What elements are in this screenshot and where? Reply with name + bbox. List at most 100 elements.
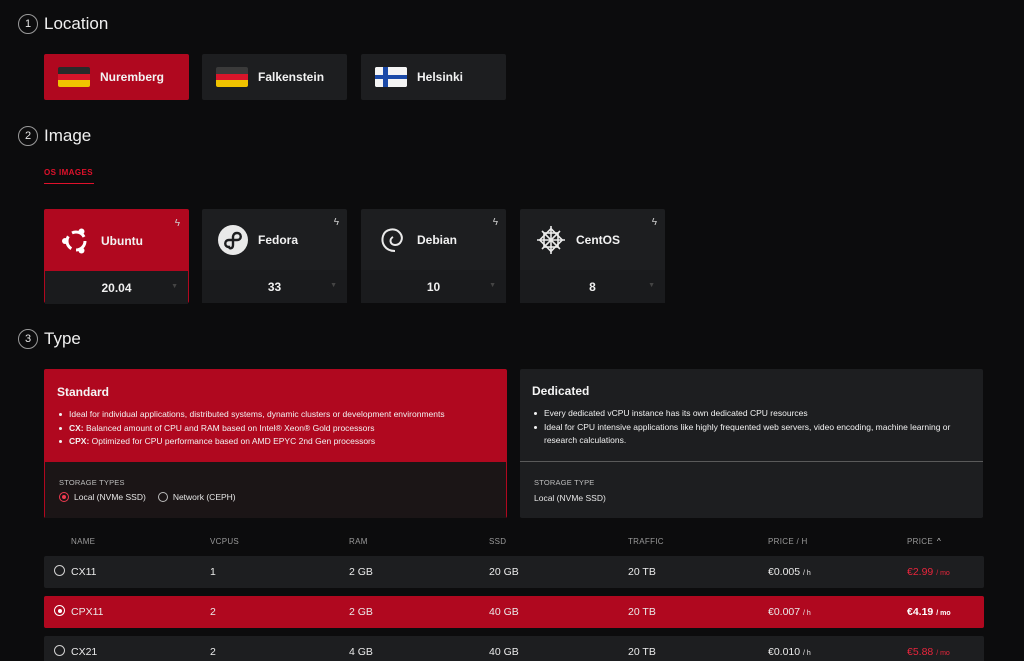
type-description-list: Ideal for individual applications, distr…	[59, 408, 445, 449]
cell-price-monthly: €4.19 / mo	[907, 606, 951, 618]
section-title: Image	[44, 126, 92, 145]
storage-option-label: Local (NVMe SSD)	[74, 492, 146, 502]
column-header-price[interactable]: PRICE ^	[907, 537, 941, 546]
table-row-selected[interactable]: CPX11 2 2 GB 40 GB 20 TB €0.007 / h €4.1…	[44, 596, 984, 628]
type-card-dedicated[interactable]: Dedicated Every dedicated vCPU instance …	[520, 369, 983, 518]
cell-price-hourly: €0.010 / h	[768, 646, 811, 658]
cell-traffic: 20 TB	[628, 646, 656, 658]
location-label: Nuremberg	[100, 70, 165, 84]
version-select[interactable]: 10 ▼	[361, 270, 506, 303]
image-card-header: Ubuntu ϟ	[45, 210, 188, 271]
storage-option-local[interactable]: Local (NVMe SSD)	[59, 492, 146, 502]
location-label: Helsinki	[417, 70, 464, 84]
active-tab-underline	[44, 183, 94, 184]
version-select[interactable]: 33 ▼	[202, 270, 347, 303]
radio-icon[interactable]	[54, 565, 65, 576]
radio-icon[interactable]	[54, 645, 65, 656]
cell-ssd: 20 GB	[489, 566, 519, 578]
version-value: 33	[267, 280, 282, 294]
column-header-vcpus[interactable]: VCPUS	[210, 537, 239, 546]
cell-ram: 2 GB	[349, 606, 373, 618]
table-row[interactable]: CX11 1 2 GB 20 GB 20 TB €0.005 / h €2.99…	[44, 556, 984, 588]
type-description-list: Every dedicated vCPU instance has its ow…	[534, 407, 954, 448]
sort-ascending-icon: ^	[936, 537, 942, 546]
table-row[interactable]: CX21 2 4 GB 40 GB 20 TB €0.010 / h €5.88…	[44, 636, 984, 661]
cell-price-hourly: €0.005 / h	[768, 566, 811, 578]
column-header-ram[interactable]: RAM	[349, 537, 368, 546]
storage-type-panel: STORAGE TYPE Local (NVMe SSD)	[520, 461, 983, 517]
column-header-name[interactable]: NAME	[71, 537, 95, 546]
section-title: Location	[44, 14, 109, 33]
step-location-header: 1 Location	[18, 14, 108, 34]
germany-flag-icon	[216, 67, 248, 87]
germany-flag-icon	[58, 67, 90, 87]
cell-price-monthly: €5.88 / mo	[907, 646, 950, 658]
debian-logo-icon	[381, 228, 403, 252]
radio-icon[interactable]	[157, 492, 168, 502]
chevron-down-icon: ▼	[489, 282, 496, 289]
column-header-traffic[interactable]: TRAFFIC	[628, 537, 664, 546]
step-number: 2	[18, 126, 38, 146]
lightning-icon: ϟ	[174, 218, 180, 229]
location-card-falkenstein[interactable]: Falkenstein	[202, 54, 347, 100]
image-card-ubuntu[interactable]: Ubuntu ϟ 20.04 ▼	[44, 209, 189, 304]
storage-option-network[interactable]: Network (CEPH)	[157, 492, 236, 502]
storage-label: STORAGE TYPES	[59, 478, 125, 487]
cell-ssd: 40 GB	[489, 606, 519, 618]
fedora-logo-icon	[218, 225, 248, 255]
location-card-helsinki[interactable]: Helsinki	[361, 54, 506, 100]
radio-selected-icon[interactable]	[59, 492, 69, 502]
chevron-down-icon: ▼	[648, 282, 655, 289]
list-item: Ideal for individual applications, distr…	[59, 408, 445, 422]
image-label: Debian	[417, 233, 458, 247]
image-label: Fedora	[258, 233, 299, 247]
cell-vcpus: 2	[210, 646, 216, 658]
cell-traffic: 20 TB	[628, 606, 656, 618]
image-card-header: Debian ϟ	[361, 209, 506, 270]
step-image-header: 2 Image	[18, 126, 91, 146]
step-type-header: 3 Type	[18, 329, 81, 349]
centos-logo-icon	[537, 226, 565, 254]
list-item: CPX: Optimized for CPU performance based…	[59, 435, 445, 449]
lightning-icon: ϟ	[651, 217, 657, 228]
list-item: CX: Balanced amount of CPU and RAM based…	[59, 422, 445, 436]
version-value: 8	[589, 280, 596, 294]
column-header-ssd[interactable]: SSD	[489, 537, 506, 546]
lightning-icon: ϟ	[492, 217, 498, 228]
list-item: Ideal for CPU intensive applications lik…	[534, 421, 954, 448]
image-label: CentOS	[576, 233, 621, 247]
type-card-standard[interactable]: Standard Ideal for individual applicatio…	[44, 369, 507, 518]
storage-label: STORAGE TYPE	[534, 478, 595, 487]
image-card-header: Fedora ϟ	[202, 209, 347, 270]
cell-ram: 4 GB	[349, 646, 373, 658]
storage-types-panel: STORAGE TYPES Local (NVMe SSD) Network (…	[45, 462, 506, 518]
column-header-label: PRICE	[907, 537, 933, 546]
location-label: Falkenstein	[258, 70, 325, 84]
location-card-nuremberg[interactable]: Nuremberg	[44, 54, 189, 100]
step-number: 3	[18, 329, 38, 349]
cell-vcpus: 1	[210, 566, 216, 578]
image-card-fedora[interactable]: Fedora ϟ 33 ▼	[202, 209, 347, 303]
image-card-debian[interactable]: Debian ϟ 10 ▼	[361, 209, 506, 303]
version-value: 10	[426, 280, 441, 294]
cell-name: CX11	[71, 566, 97, 578]
cell-ssd: 40 GB	[489, 646, 519, 658]
tab-os-images[interactable]: OS IMAGES	[44, 168, 93, 177]
section-title: Type	[44, 329, 81, 348]
image-card-header: CentOS ϟ	[520, 209, 665, 270]
cell-price-monthly: €2.99 / mo	[907, 566, 950, 578]
type-title: Standard	[57, 385, 110, 399]
storage-option-label: Network (CEPH)	[172, 492, 236, 502]
finland-flag-icon	[375, 67, 407, 87]
image-label: Ubuntu	[101, 234, 143, 248]
version-value: 20.04	[101, 281, 132, 295]
cell-traffic: 20 TB	[628, 566, 656, 578]
version-select[interactable]: 20.04 ▼	[45, 271, 188, 304]
image-card-centos[interactable]: CentOS ϟ 8 ▼	[520, 209, 665, 303]
version-select[interactable]: 8 ▼	[520, 270, 665, 303]
type-title: Dedicated	[532, 384, 590, 398]
column-header-price-h[interactable]: PRICE / H	[768, 537, 808, 546]
radio-selected-icon[interactable]	[54, 605, 65, 616]
cell-name: CX21	[71, 646, 98, 658]
storage-value: Local (NVMe SSD)	[534, 493, 606, 503]
